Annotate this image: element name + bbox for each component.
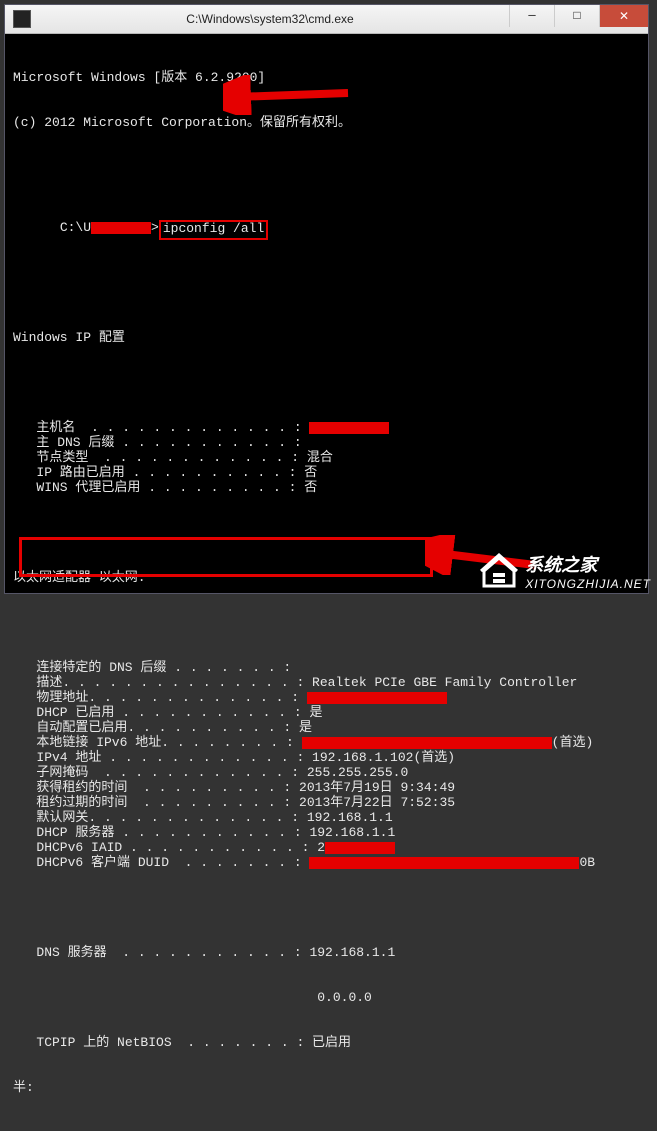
field-value: 2 — [317, 840, 325, 855]
console-line: 主 DNS 后缀 . . . . . . . . . . . : — [13, 435, 640, 450]
redacted — [309, 422, 389, 434]
console-line: DHCPv6 客户端 DUID . . . . . . . : 0B — [13, 855, 640, 870]
field-suffix: (首选) — [552, 735, 594, 750]
field-label: 主 DNS 后缀 . . . . . . . . . . . : — [13, 435, 302, 450]
window-title: C:\Windows\system32\cmd.exe — [31, 12, 509, 26]
field-value: 是 — [309, 705, 322, 720]
field-label: 子网掩码 . . . . . . . . . . . . : — [13, 765, 307, 780]
field-value: 192.168.1.102(首选) — [312, 750, 455, 765]
field-value: 否 — [304, 480, 317, 495]
field-label: 获得租约的时间 . . . . . . . . . : — [13, 780, 299, 795]
field-value: 192.168.1.1 — [309, 825, 395, 840]
minimize-button[interactable]: ─ — [509, 5, 554, 27]
console-line: 默认网关. . . . . . . . . . . . . : 192.168.… — [13, 810, 640, 825]
field-label: 租约过期的时间 . . . . . . . . . : — [13, 795, 299, 810]
watermark-url: XITONGZHIJIA.NET — [525, 577, 651, 591]
cmd-icon — [13, 10, 31, 28]
console-line: DHCP 服务器 . . . . . . . . . . . : 192.168… — [13, 825, 640, 840]
field-suffix: 0B — [579, 855, 595, 870]
prompt-line: C:\U>ipconfig /all — [13, 205, 640, 255]
field-label: 节点类型 . . . . . . . . . . . . : — [13, 450, 307, 465]
house-icon — [479, 553, 519, 589]
console-line: 物理地址. . . . . . . . . . . . . : — [13, 690, 640, 705]
field-label: 本地链接 IPv6 地址. . . . . . . . : — [13, 735, 302, 750]
dns-row: DNS 服务器 . . . . . . . . . . . : 192.168.… — [13, 945, 640, 960]
console-line: (c) 2012 Microsoft Corporation。保留所有权利。 — [13, 115, 640, 130]
cut-line: 半: — [13, 1080, 640, 1095]
cmd-window: C:\Windows\system32\cmd.exe ─ □ ✕ Micros… — [4, 4, 649, 594]
field-label: 描述. . . . . . . . . . . . . . . : — [13, 675, 312, 690]
titlebar[interactable]: C:\Windows\system32\cmd.exe ─ □ ✕ — [5, 5, 648, 34]
console-line: DHCP 已启用 . . . . . . . . . . . : 是 — [13, 705, 640, 720]
field-label: 主机名 . . . . . . . . . . . . . : — [13, 420, 309, 435]
command-highlight: ipconfig /all — [159, 220, 268, 240]
redacted — [325, 842, 395, 854]
console-line: DHCPv6 IAID . . . . . . . . . . . : 2 — [13, 840, 640, 855]
redacted — [302, 737, 552, 749]
section-heading: Windows IP 配置 — [13, 330, 640, 345]
field-value: 192.168.1.1 — [307, 810, 393, 825]
console-line: 获得租约的时间 . . . . . . . . . : 2013年7月19日 9… — [13, 780, 640, 795]
field-value: 混合 — [307, 450, 333, 465]
console-line: 本地链接 IPv6 地址. . . . . . . . : (首选) — [13, 735, 640, 750]
field-value: 是 — [299, 720, 312, 735]
prompt-path: C:\U — [60, 220, 91, 235]
redacted — [91, 222, 151, 234]
console-line: IPv4 地址 . . . . . . . . . . . . : 192.16… — [13, 750, 640, 765]
field-label: DHCP 服务器 . . . . . . . . . . . : — [13, 825, 309, 840]
netbios-row: TCPIP 上的 NetBIOS . . . . . . . : 已启用 — [13, 1035, 640, 1050]
field-value: Realtek PCIe GBE Family Controller — [312, 675, 577, 690]
field-label: WINS 代理已启用 . . . . . . . . . : — [13, 480, 304, 495]
field-value: 否 — [304, 465, 317, 480]
console-line: 租约过期的时间 . . . . . . . . . : 2013年7月22日 7… — [13, 795, 640, 810]
field-label: 物理地址. . . . . . . . . . . . . : — [13, 690, 307, 705]
field-label: 自动配置已启用. . . . . . . . . . : — [13, 720, 299, 735]
console-line: 节点类型 . . . . . . . . . . . . : 混合 — [13, 450, 640, 465]
close-button[interactable]: ✕ — [599, 5, 648, 27]
console-line: 连接特定的 DNS 后缀 . . . . . . . : — [13, 660, 640, 675]
redacted — [309, 857, 579, 869]
field-label: DHCPv6 客户端 DUID . . . . . . . : — [13, 855, 309, 870]
console-line: IP 路由已启用 . . . . . . . . . . : 否 — [13, 465, 640, 480]
console-line: 主机名 . . . . . . . . . . . . . : — [13, 420, 640, 435]
console-line: Microsoft Windows [版本 6.2.9200] — [13, 70, 640, 85]
field-value: 255.255.255.0 — [307, 765, 408, 780]
console-line: WINS 代理已启用 . . . . . . . . . : 否 — [13, 480, 640, 495]
field-label: 默认网关. . . . . . . . . . . . . : — [13, 810, 307, 825]
field-label: 连接特定的 DNS 后缀 . . . . . . . : — [13, 660, 291, 675]
console-line: 描述. . . . . . . . . . . . . . . : Realte… — [13, 675, 640, 690]
window-controls: ─ □ ✕ — [509, 5, 648, 33]
watermark: 系统之家 XITONGZHIJIA.NET — [479, 551, 651, 591]
field-value: 2013年7月22日 7:52:35 — [299, 795, 455, 810]
redacted — [307, 692, 447, 704]
field-label: IP 路由已启用 . . . . . . . . . . : — [13, 465, 304, 480]
watermark-name: 系统之家 — [525, 551, 651, 577]
dns-row: 0.0.0.0 — [13, 990, 640, 1005]
console-line: 子网掩码 . . . . . . . . . . . . : 255.255.2… — [13, 765, 640, 780]
field-label: IPv4 地址 . . . . . . . . . . . . : — [13, 750, 312, 765]
field-label: DHCP 已启用 . . . . . . . . . . . : — [13, 705, 309, 720]
field-value: 2013年7月19日 9:34:49 — [299, 780, 455, 795]
console-line: 自动配置已启用. . . . . . . . . . : 是 — [13, 720, 640, 735]
maximize-button[interactable]: □ — [554, 5, 599, 27]
typed-command: ipconfig /all — [163, 221, 264, 236]
field-label: DHCPv6 IAID . . . . . . . . . . . : — [13, 840, 317, 855]
